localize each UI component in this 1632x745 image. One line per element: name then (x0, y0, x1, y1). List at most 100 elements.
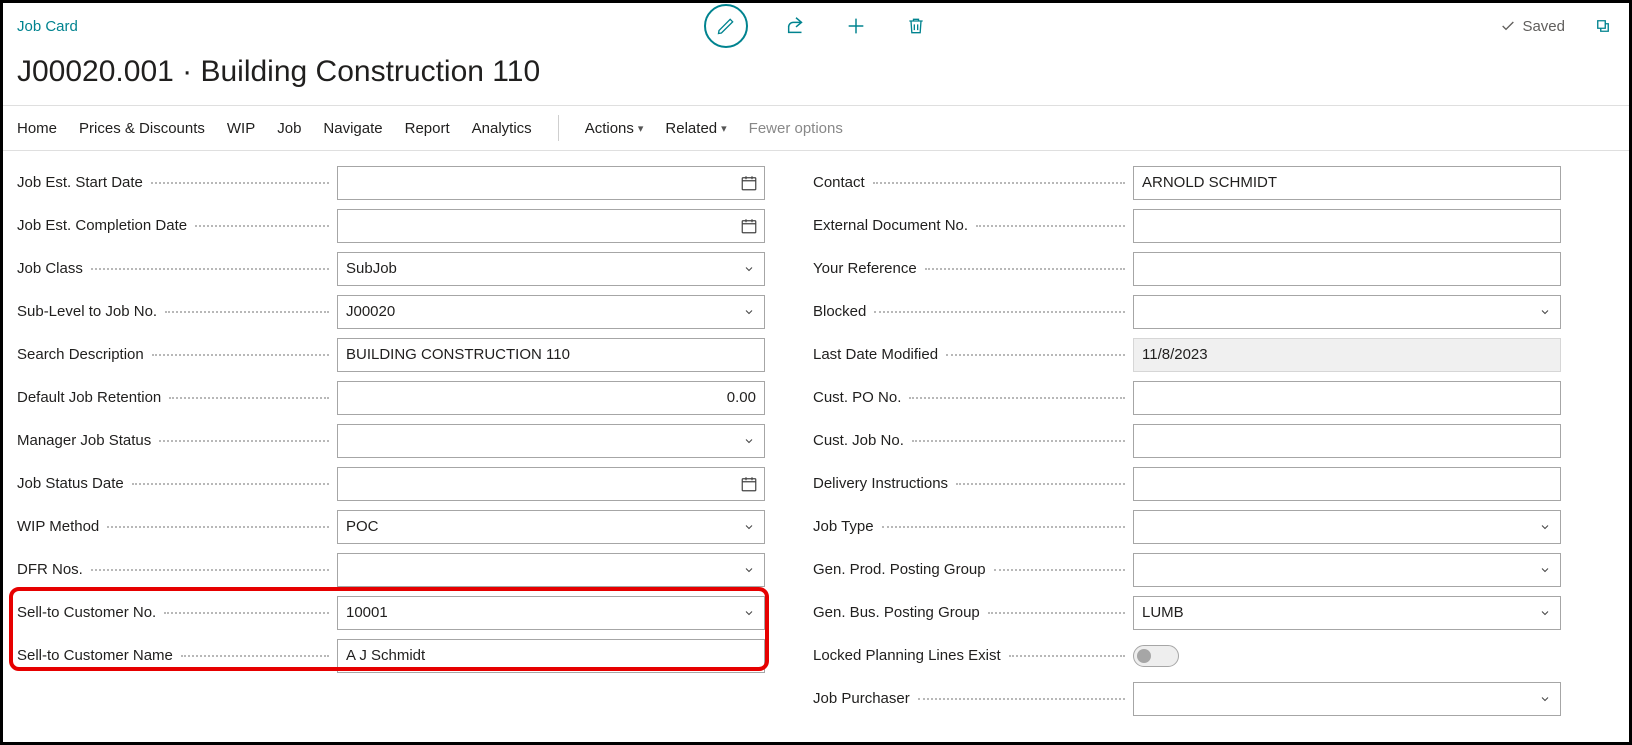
chevron-down-icon[interactable] (1535, 560, 1555, 580)
row-contact: Contact (813, 161, 1561, 204)
chevron-down-icon[interactable] (739, 259, 759, 279)
row-job-est-start-date: Job Est. Start Date (17, 161, 765, 204)
delete-button[interactable] (904, 14, 928, 38)
chevron-down-icon: ▾ (721, 122, 727, 135)
menu-job[interactable]: Job (277, 120, 301, 137)
center-action-bar (704, 4, 928, 48)
calendar-icon[interactable] (739, 216, 759, 236)
label-dfr-nos: DFR Nos. (17, 561, 83, 578)
sell-to-customer-no-select[interactable] (337, 596, 765, 630)
row-job-purchaser: Job Purchaser (813, 677, 1561, 720)
row-gen-prod: Gen. Prod. Posting Group (813, 548, 1561, 591)
label-sell-to-customer-no: Sell-to Customer No. (17, 604, 156, 621)
row-cust-po: Cust. PO No. (813, 376, 1561, 419)
calendar-icon[interactable] (739, 173, 759, 193)
chevron-down-icon: ▾ (638, 122, 644, 135)
breadcrumb[interactable]: Job Card (17, 18, 78, 35)
top-bar: Job Card Saved (3, 3, 1629, 49)
label-default-retention: Default Job Retention (17, 389, 161, 406)
job-est-completion-date-input[interactable] (337, 209, 765, 243)
delivery-input[interactable] (1133, 467, 1561, 501)
label-delivery: Delivery Instructions (813, 475, 948, 492)
locked-toggle[interactable] (1133, 645, 1179, 667)
row-sub-level: Sub-Level to Job No. (17, 290, 765, 333)
row-dfr-nos: DFR Nos. (17, 548, 765, 591)
saved-status: Saved (1500, 18, 1565, 35)
label-contact: Contact (813, 174, 865, 191)
menu-report[interactable]: Report (405, 120, 450, 137)
label-sub-level: Sub-Level to Job No. (17, 303, 157, 320)
menu-related[interactable]: Related▾ (665, 120, 726, 137)
row-job-class: Job Class (17, 247, 765, 290)
row-manager-status: Manager Job Status (17, 419, 765, 462)
chevron-down-icon[interactable] (1535, 689, 1555, 709)
blocked-select[interactable] (1133, 295, 1561, 329)
row-gen-bus: Gen. Bus. Posting Group (813, 591, 1561, 634)
label-job-type: Job Type (813, 518, 874, 535)
contact-input[interactable] (1133, 166, 1561, 200)
label-status-date: Job Status Date (17, 475, 124, 492)
row-job-type: Job Type (813, 505, 1561, 548)
default-retention-input[interactable] (337, 381, 765, 415)
gen-prod-select[interactable] (1133, 553, 1561, 587)
label-your-ref: Your Reference (813, 260, 917, 277)
toggle-knob (1137, 649, 1151, 663)
job-class-select[interactable] (337, 252, 765, 286)
gen-bus-select[interactable] (1133, 596, 1561, 630)
wip-method-select[interactable] (337, 510, 765, 544)
chevron-down-icon[interactable] (739, 302, 759, 322)
chevron-down-icon[interactable] (1535, 517, 1555, 537)
chevron-down-icon[interactable] (739, 517, 759, 537)
chevron-down-icon[interactable] (739, 560, 759, 580)
menu-wip[interactable]: WIP (227, 120, 255, 137)
search-description-input[interactable] (337, 338, 765, 372)
chevron-down-icon[interactable] (1535, 603, 1555, 623)
menu-fewer-options[interactable]: Fewer options (749, 120, 843, 137)
cust-po-input[interactable] (1133, 381, 1561, 415)
edit-button[interactable] (704, 4, 748, 48)
popout-button[interactable] (1591, 14, 1615, 38)
pencil-icon (716, 16, 736, 36)
label-sell-to-customer-name: Sell-to Customer Name (17, 647, 173, 664)
last-modified-display: 11/8/2023 (1133, 338, 1561, 372)
row-your-ref: Your Reference (813, 247, 1561, 290)
job-purchaser-select[interactable] (1133, 682, 1561, 716)
menu-prices[interactable]: Prices & Discounts (79, 120, 205, 137)
job-est-start-date-input[interactable] (337, 166, 765, 200)
check-icon (1500, 18, 1516, 34)
label-job-est-start-date: Job Est. Start Date (17, 174, 143, 191)
label-ext-doc-no: External Document No. (813, 217, 968, 234)
dfr-nos-select[interactable] (337, 553, 765, 587)
chevron-down-icon[interactable] (739, 603, 759, 623)
row-status-date: Job Status Date (17, 462, 765, 505)
label-job-est-completion-date: Job Est. Completion Date (17, 217, 187, 234)
label-gen-bus: Gen. Bus. Posting Group (813, 604, 980, 621)
menu-actions[interactable]: Actions▾ (585, 120, 644, 137)
status-date-input[interactable] (337, 467, 765, 501)
sell-to-customer-name-input[interactable] (337, 639, 765, 673)
row-locked: Locked Planning Lines Exist (813, 634, 1561, 677)
job-type-select[interactable] (1133, 510, 1561, 544)
ext-doc-no-input[interactable] (1133, 209, 1561, 243)
menu-navigate[interactable]: Navigate (323, 120, 382, 137)
manager-status-select[interactable] (337, 424, 765, 458)
new-button[interactable] (844, 14, 868, 38)
calendar-icon[interactable] (739, 474, 759, 494)
label-wip-method: WIP Method (17, 518, 99, 535)
share-button[interactable] (784, 14, 808, 38)
row-ext-doc-no: External Document No. (813, 204, 1561, 247)
menu-home[interactable]: Home (17, 120, 57, 137)
popout-icon (1594, 17, 1612, 35)
saved-label: Saved (1522, 18, 1565, 35)
sub-level-select[interactable] (337, 295, 765, 329)
share-icon (785, 15, 807, 37)
cust-job-input[interactable] (1133, 424, 1561, 458)
chevron-down-icon[interactable] (739, 431, 759, 451)
left-column: Job Est. Start Date Job Est. Completion … (17, 161, 765, 677)
chevron-down-icon[interactable] (1535, 302, 1555, 322)
menu-analytics[interactable]: Analytics (472, 120, 532, 137)
label-cust-po: Cust. PO No. (813, 389, 901, 406)
your-ref-input[interactable] (1133, 252, 1561, 286)
right-column: Contact External Document No. Your Refer… (813, 161, 1561, 720)
label-blocked: Blocked (813, 303, 866, 320)
